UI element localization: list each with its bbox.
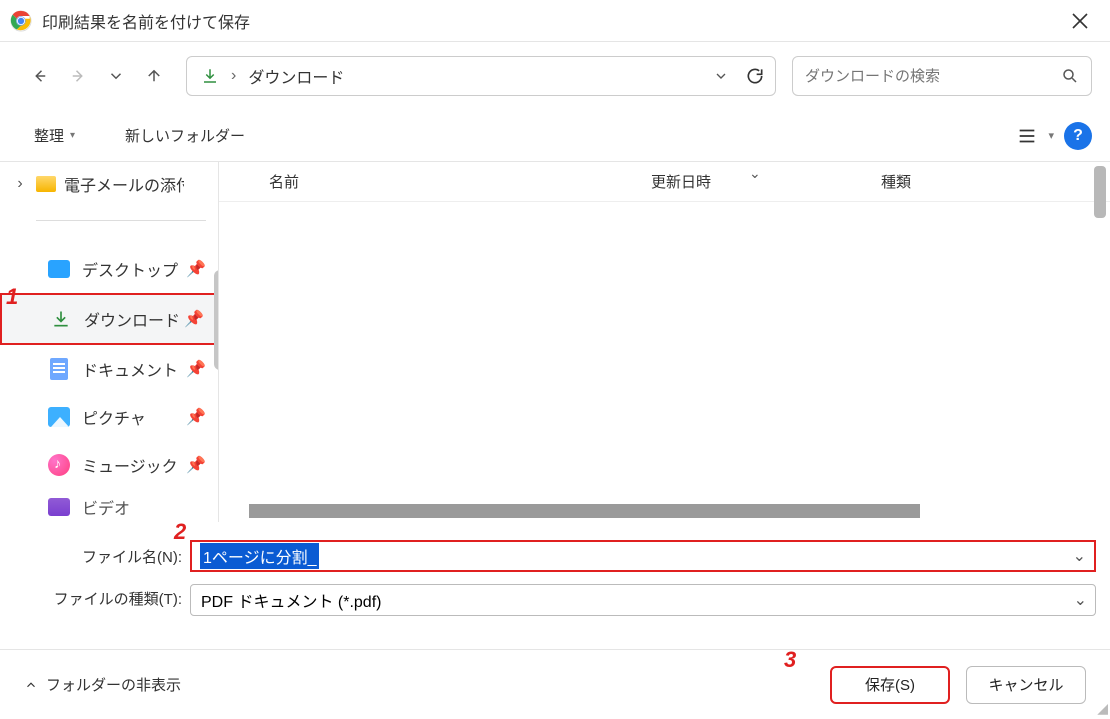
search-icon xyxy=(1061,67,1079,85)
quick-access-documents[interactable]: ドキュメント 📌 xyxy=(0,345,218,393)
pin-icon: 📌 xyxy=(184,309,204,329)
resize-grip-icon[interactable]: ◢ xyxy=(1097,700,1108,717)
hide-folders-toggle[interactable]: フォルダーの非表示 xyxy=(24,674,181,695)
quick-access-label: ビデオ xyxy=(82,495,130,519)
forward-button[interactable] xyxy=(62,60,94,92)
quick-access-label: ダウンロード xyxy=(84,307,180,331)
horizontal-scrollbar[interactable] xyxy=(249,504,920,518)
pin-icon: 📌 xyxy=(186,359,206,379)
quick-access-pictures[interactable]: ピクチャ 📌 xyxy=(0,393,218,441)
chevron-up-icon xyxy=(24,678,38,692)
picture-icon xyxy=(48,407,70,427)
organize-menu[interactable]: 整理 ▾ xyxy=(24,119,85,152)
filename-label: ファイル名(N): xyxy=(0,546,190,567)
filetype-value: PDF ドキュメント (*.pdf) xyxy=(201,588,381,612)
up-button[interactable] xyxy=(138,60,170,92)
column-header-date[interactable]: ⌄ 更新日時 xyxy=(639,171,869,192)
cancel-button[interactable]: キャンセル xyxy=(966,666,1086,704)
chevron-right-icon: › xyxy=(12,175,28,193)
chevron-down-icon[interactable] xyxy=(713,68,729,84)
arrow-right-icon xyxy=(69,67,87,85)
filetype-select[interactable]: PDF ドキュメント (*.pdf) ⌄ xyxy=(190,584,1096,616)
filename-input[interactable]: 1ページに分割_ ⌄ xyxy=(190,540,1096,572)
chevron-down-icon xyxy=(107,67,125,85)
help-icon: ? xyxy=(1073,127,1083,145)
filename-value: 1ページに分割_ xyxy=(200,543,319,569)
navigation-pane[interactable]: › 電子メールの添付 デスクトップ 📌 ダウンロード 📌 ドキュメント 📌 xyxy=(0,162,218,522)
recent-dropdown[interactable] xyxy=(100,60,132,92)
annotation-1: 1 xyxy=(6,284,18,310)
help-button[interactable]: ? xyxy=(1064,122,1092,150)
quick-access-label: ピクチャ xyxy=(82,405,146,429)
close-button[interactable] xyxy=(1060,1,1100,41)
close-icon xyxy=(1072,13,1088,29)
filetype-label: ファイルの種類(T): xyxy=(0,588,190,609)
arrow-up-icon xyxy=(145,67,163,85)
caret-down-icon: ▾ xyxy=(70,130,75,141)
tree-item-email-attachments[interactable]: › 電子メールの添付 xyxy=(0,166,218,202)
breadcrumb-separator-icon: › xyxy=(231,67,236,85)
download-icon xyxy=(51,309,71,329)
video-icon xyxy=(48,498,70,516)
address-bar[interactable]: › ダウンロード xyxy=(186,56,776,96)
chrome-logo-icon xyxy=(10,10,32,32)
pin-icon: 📌 xyxy=(186,455,206,475)
divider xyxy=(36,220,206,221)
view-mode-button[interactable] xyxy=(1010,119,1044,153)
refresh-icon[interactable] xyxy=(745,66,765,86)
quick-access-label: ドキュメント xyxy=(82,357,178,381)
quick-access-downloads[interactable]: ダウンロード 📌 xyxy=(0,293,218,345)
search-box[interactable] xyxy=(792,56,1092,96)
chevron-down-icon[interactable]: ⌄ xyxy=(1073,546,1086,566)
vertical-scrollbar[interactable] xyxy=(1094,166,1106,218)
caret-down-icon: ▾ xyxy=(1048,129,1054,142)
save-button[interactable]: 保存(S) xyxy=(830,666,950,704)
file-list-pane[interactable]: 名前 ⌄ 更新日時 種類 xyxy=(218,162,1110,522)
window-title: 印刷結果を名前を付けて保存 xyxy=(42,9,1060,33)
chevron-down-icon[interactable]: ⌄ xyxy=(1074,590,1087,610)
folder-icon xyxy=(36,176,56,192)
pin-icon: 📌 xyxy=(186,407,206,427)
column-header-type[interactable]: 種類 xyxy=(869,171,1110,192)
new-folder-label: 新しいフォルダー xyxy=(125,125,245,146)
annotation-2: 2 xyxy=(174,519,186,545)
quick-access-videos[interactable]: ビデオ xyxy=(0,489,218,521)
tree-item-label: 電子メールの添付 xyxy=(64,172,184,196)
arrow-left-icon xyxy=(31,67,49,85)
column-header-name[interactable]: 名前 xyxy=(219,171,639,192)
annotation-3: 3 xyxy=(784,647,796,673)
organize-label: 整理 xyxy=(34,125,64,146)
list-view-icon xyxy=(1016,125,1038,147)
document-icon xyxy=(50,358,68,380)
new-folder-button[interactable]: 新しいフォルダー xyxy=(115,119,255,152)
music-icon xyxy=(48,454,70,476)
quick-access-label: ミュージック xyxy=(82,453,178,477)
sort-indicator-icon: ⌄ xyxy=(749,165,761,182)
download-icon xyxy=(201,67,219,85)
pin-icon: 📌 xyxy=(186,259,206,279)
breadcrumb[interactable]: ダウンロード xyxy=(248,64,344,88)
quick-access-desktop[interactable]: デスクトップ 📌 xyxy=(0,245,218,293)
quick-access-music[interactable]: ミュージック 📌 xyxy=(0,441,218,489)
search-input[interactable] xyxy=(805,68,1061,85)
hide-folders-label: フォルダーの非表示 xyxy=(46,674,181,695)
back-button[interactable] xyxy=(24,60,56,92)
quick-access-label: デスクトップ xyxy=(82,257,178,281)
desktop-icon xyxy=(48,260,70,278)
